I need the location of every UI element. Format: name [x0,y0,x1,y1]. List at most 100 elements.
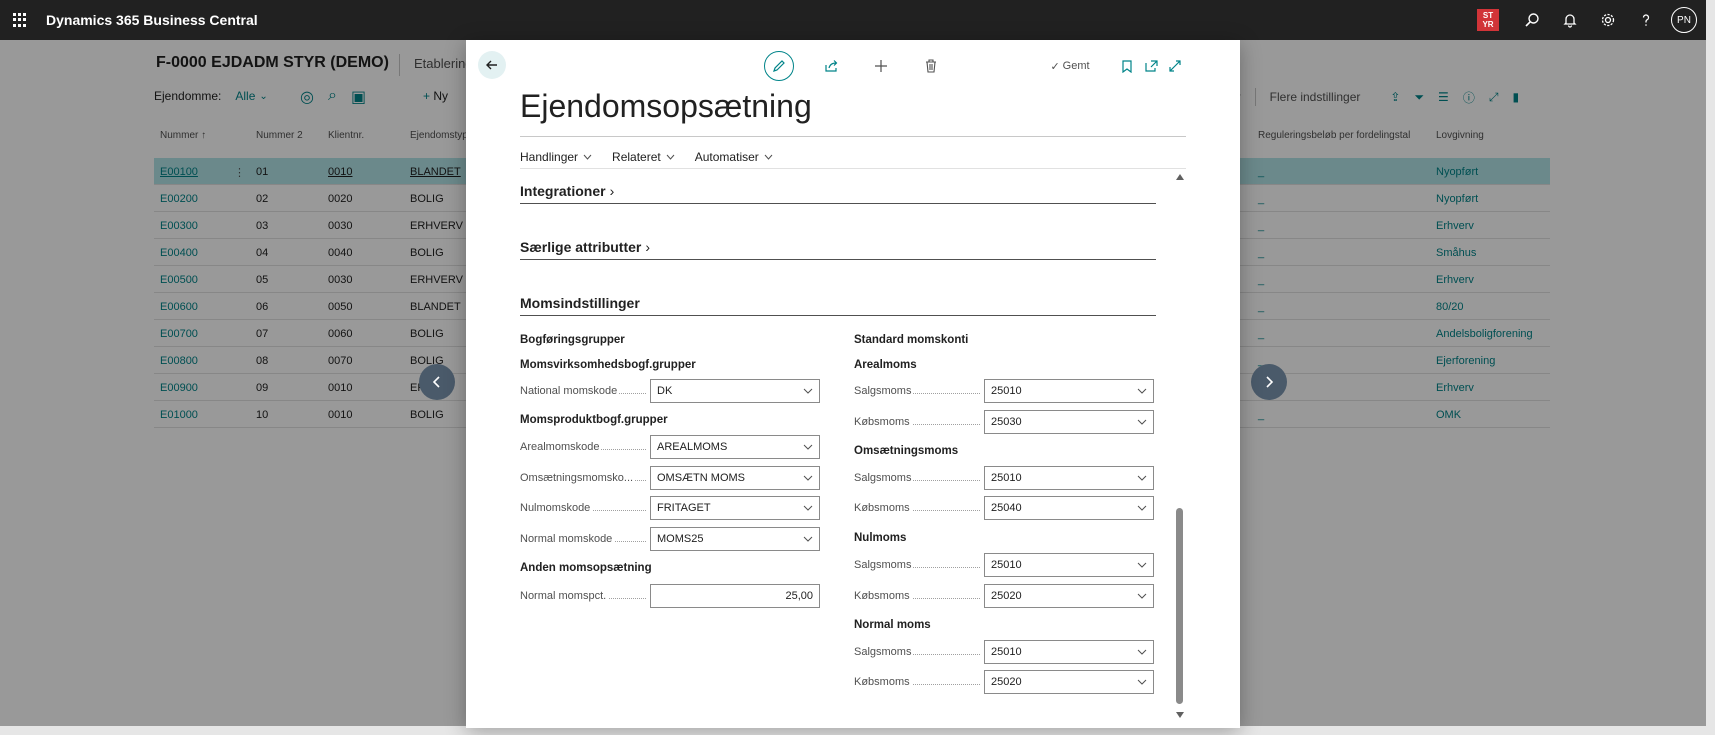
avatar[interactable]: PN [1671,7,1697,33]
select-value: 25020 [991,676,1022,688]
group-areal-vat: Arealmoms [854,359,917,371]
action-bar: Handlinger Relateret Automatiser [520,146,793,168]
open-new-window-icon[interactable] [1140,50,1162,82]
next-record-button[interactable] [1251,364,1287,400]
app-title[interactable]: Dynamics 365 Business Central [46,12,258,28]
bookmark-icon[interactable] [1116,50,1138,82]
select-value: FRITAGET [657,502,711,514]
section-vat-settings[interactable]: Momsindstillinger [520,295,1156,316]
window-scrollbar-vertical[interactable] [1706,0,1715,735]
gear-icon[interactable] [1589,0,1627,40]
field-normal-vat-pct: Normal momspct. 25,00 [520,584,820,608]
section-special-label: Særlige attributter [520,239,642,255]
share-icon[interactable] [816,50,846,82]
group-posting-groups: Bogføringsgrupper [520,334,625,346]
select-value: OMSÆTN MOMS [657,472,745,484]
section-vat-label: Momsindstillinger [520,295,640,311]
zero-vat-select[interactable]: FRITAGET [650,496,820,520]
section-integrations-label: Integrationer [520,183,606,199]
normal-vat-pct-input[interactable]: 25,00 [650,584,820,608]
chevron-down-icon [803,388,813,394]
select-value: 25010 [991,559,1022,571]
zero-purchase-select[interactable]: 25020 [984,584,1154,608]
chevron-down-icon [1137,475,1147,481]
bell-icon[interactable] [1551,0,1589,40]
field-label: Salgsmoms [854,385,984,397]
group-product-vat: Momsproduktbogf.grupper [520,414,668,426]
select-value: 25010 [991,472,1022,484]
field-normal-vat: Normal momskode MOMS25 [520,527,820,551]
menu-automatiser-label: Automatiser [694,150,759,164]
chevron-down-icon [1137,649,1147,655]
field-zero-vat: Nulmomskode FRITAGET [520,496,820,520]
field-label: Salgsmoms [854,559,984,571]
plus-icon[interactable] [866,50,896,82]
group-normal-vat: Normal moms [854,619,931,631]
group-zero-vat: Nulmoms [854,532,907,544]
zero-sales-select[interactable]: 25010 [984,553,1154,577]
chevron-down-icon [666,154,675,160]
group-business-vat: Momsvirksomhedsbogf.grupper [520,359,696,371]
field-label: Omsætningsmomsko... [520,472,650,484]
group-standard-vat-accounts: Standard momskonti [854,334,969,346]
chevron-right-icon: › [645,239,651,255]
help-icon[interactable] [1627,0,1665,40]
turnover-sales-select[interactable]: 25010 [984,466,1154,490]
chevron-down-icon [803,505,813,511]
company-badge-line1: ST [1482,11,1494,20]
field-label: Købsmoms [854,416,984,428]
normal-sales-select[interactable]: 25010 [984,640,1154,664]
field-label: Salgsmoms [854,646,984,658]
chevron-down-icon [803,444,813,450]
expand-icon[interactable] [1164,50,1186,82]
company-badge[interactable]: ST YR [1477,9,1499,31]
normal-purchase-select[interactable]: 25020 [984,670,1154,694]
field-turnover-vat: Omsætningsmomsko... OMSÆTN MOMS [520,466,820,490]
select-value: DK [657,385,673,397]
chevron-left-icon [432,376,440,388]
company-badge-line2: YR [1482,20,1494,29]
field-turnover-purchase: Købsmoms 25040 [854,496,1154,520]
areal-sales-select[interactable]: 25010 [984,379,1154,403]
menu-relateret[interactable]: Relateret [612,146,675,168]
top-bar: Dynamics 365 Business Central ST YR PN [0,0,1706,40]
chevron-right-icon: › [609,183,615,199]
turnover-purchase-select[interactable]: 25040 [984,496,1154,520]
menu-handlinger[interactable]: Handlinger [520,146,592,168]
field-label: Salgsmoms [854,472,984,484]
search-icon[interactable] [1513,0,1551,40]
areal-purchase-select[interactable]: 25030 [984,410,1154,434]
dialog-scrollbar[interactable] [1174,174,1186,722]
edit-button[interactable] [762,50,796,82]
field-normal-sales: Salgsmoms 25010 [854,640,1154,664]
trash-icon[interactable] [916,50,946,82]
chevron-down-icon [1137,505,1147,511]
field-label: Nulmomskode [520,502,650,514]
field-turnover-sales: Salgsmoms 25010 [854,466,1154,490]
scrollbar-thumb[interactable] [1176,508,1183,704]
saved-status-label: Gemt [1062,60,1090,72]
section-special-attributes[interactable]: Særlige attributter › [520,239,1156,260]
normal-vat-select[interactable]: MOMS25 [650,527,820,551]
menu-automatiser[interactable]: Automatiser [695,146,773,168]
scroll-up-icon[interactable] [1176,174,1184,180]
scroll-down-icon[interactable] [1176,712,1184,718]
title-divider [520,136,1186,137]
previous-record-button[interactable] [419,364,455,400]
field-normal-purchase: Købsmoms 25020 [854,670,1154,694]
chevron-down-icon [764,154,773,160]
field-areal-purchase: Købsmoms 25030 [854,410,1154,434]
select-value: 25010 [991,646,1022,658]
dialog-title: Ejendomsopsætning [520,88,812,124]
field-zero-purchase: Købsmoms 25020 [854,584,1154,608]
turnover-vat-select[interactable]: OMSÆTN MOMS [650,466,820,490]
chevron-down-icon [803,536,813,542]
select-value: AREALMOMS [657,441,728,453]
national-vat-select[interactable]: DK [650,379,820,403]
areal-vat-select[interactable]: AREALMOMS [650,435,820,459]
select-value: 25040 [991,502,1022,514]
app-launcher-icon[interactable] [13,13,27,27]
field-label: Købsmoms [854,590,984,602]
select-value: 25010 [991,385,1022,397]
section-integrations[interactable]: Integrationer › [520,183,1156,204]
